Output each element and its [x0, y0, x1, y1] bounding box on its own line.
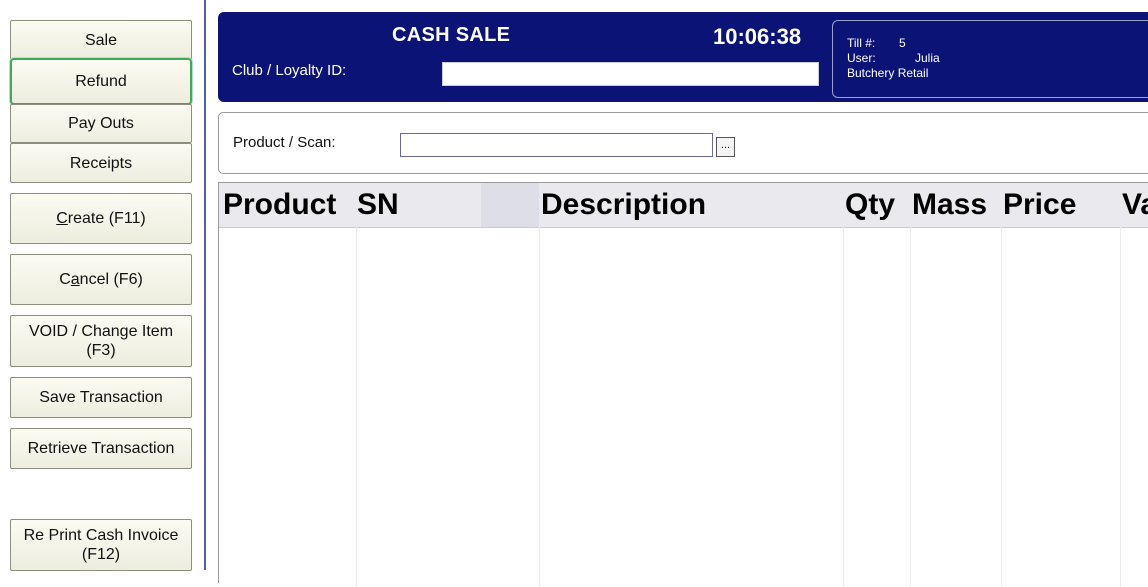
page-title: CASH SALE	[392, 24, 511, 46]
till-number-label: Till #:	[847, 36, 876, 50]
loyalty-id-input[interactable]	[442, 62, 819, 86]
action-panel: Sale Refund Pay Outs Receipts Create (F1…	[0, 0, 206, 571]
column-header-mass[interactable]: Mass	[908, 183, 987, 227]
product-scan-panel: Product / Scan: ...	[218, 112, 1148, 174]
till-info-box: Till #: 5 User: Julia Butchery Retail	[832, 20, 1148, 98]
column-divider	[1120, 227, 1121, 587]
column-divider	[1001, 227, 1002, 587]
browse-products-button[interactable]: ...	[716, 137, 735, 157]
loyalty-id-label: Club / Loyalty ID:	[232, 62, 347, 79]
column-divider	[910, 227, 911, 587]
column-header-sn[interactable]: SN	[353, 183, 399, 227]
reprint-cash-invoice-button[interactable]: Re Print Cash Invoice (F12)	[10, 519, 192, 571]
column-header-qty[interactable]: Qty	[841, 183, 895, 227]
clock-time: 10:06:38	[713, 24, 802, 49]
department-value: Butchery Retail	[847, 66, 929, 80]
column-divider	[539, 227, 540, 587]
cancel-button-label: Cancel (F6)	[59, 271, 143, 288]
sale-items-grid: Product SN Description Qty Mass Price Va	[218, 182, 1148, 587]
sale-button[interactable]: Sale	[10, 20, 192, 60]
void-change-item-button[interactable]: VOID / Change Item (F3)	[10, 315, 192, 367]
create-button[interactable]: Create (F11)	[10, 193, 192, 244]
column-header-value[interactable]: Va	[1118, 183, 1148, 227]
cancel-mnemonic: a	[70, 271, 80, 288]
receipts-button-label: Receipts	[69, 154, 133, 172]
cancel-button[interactable]: Cancel (F6)	[10, 254, 192, 305]
department-row: Butchery Retail	[847, 66, 928, 80]
refund-button-label: Refund	[75, 73, 127, 90]
receipts-button[interactable]: Receipts	[10, 143, 192, 183]
column-header-product[interactable]: Product	[219, 183, 336, 227]
column-header-price[interactable]: Price	[999, 183, 1076, 227]
pay-outs-button-label: Pay Outs	[68, 115, 134, 132]
product-scan-input[interactable]	[400, 133, 713, 157]
cash-sale-header: CASH SALE 10:06:38 Club / Loyalty ID: Ti…	[218, 12, 1148, 102]
reprint-cash-invoice-button-label: Re Print Cash Invoice (F12)	[23, 527, 179, 563]
user-label: User:	[847, 51, 876, 65]
till-number-row: Till #: 5	[847, 36, 906, 50]
retrieve-transaction-button[interactable]: Retrieve Transaction	[10, 428, 192, 469]
till-number-value: 5	[899, 36, 906, 50]
create-button-label: Create (F11)	[56, 210, 146, 227]
refund-button[interactable]: Refund	[10, 58, 192, 105]
sale-button-label: Sale	[84, 31, 118, 49]
product-scan-label: Product / Scan:	[233, 134, 336, 151]
create-mnemonic: C	[56, 210, 68, 227]
save-transaction-button[interactable]: Save Transaction	[10, 377, 192, 418]
user-row: User: Julia	[847, 51, 940, 65]
save-transaction-button-label: Save Transaction	[39, 389, 163, 406]
void-change-item-button-label: VOID / Change Item (F3)	[28, 323, 174, 359]
column-header-description[interactable]: Description	[537, 183, 706, 227]
retrieve-transaction-button-label: Retrieve Transaction	[27, 440, 175, 457]
user-value: Julia	[915, 51, 940, 65]
column-divider	[356, 227, 357, 587]
sn-header-shade	[481, 183, 539, 227]
grid-header: Product SN Description Qty Mass Price Va	[219, 183, 1148, 228]
pay-outs-button[interactable]: Pay Outs	[10, 104, 192, 143]
column-divider	[843, 227, 844, 587]
